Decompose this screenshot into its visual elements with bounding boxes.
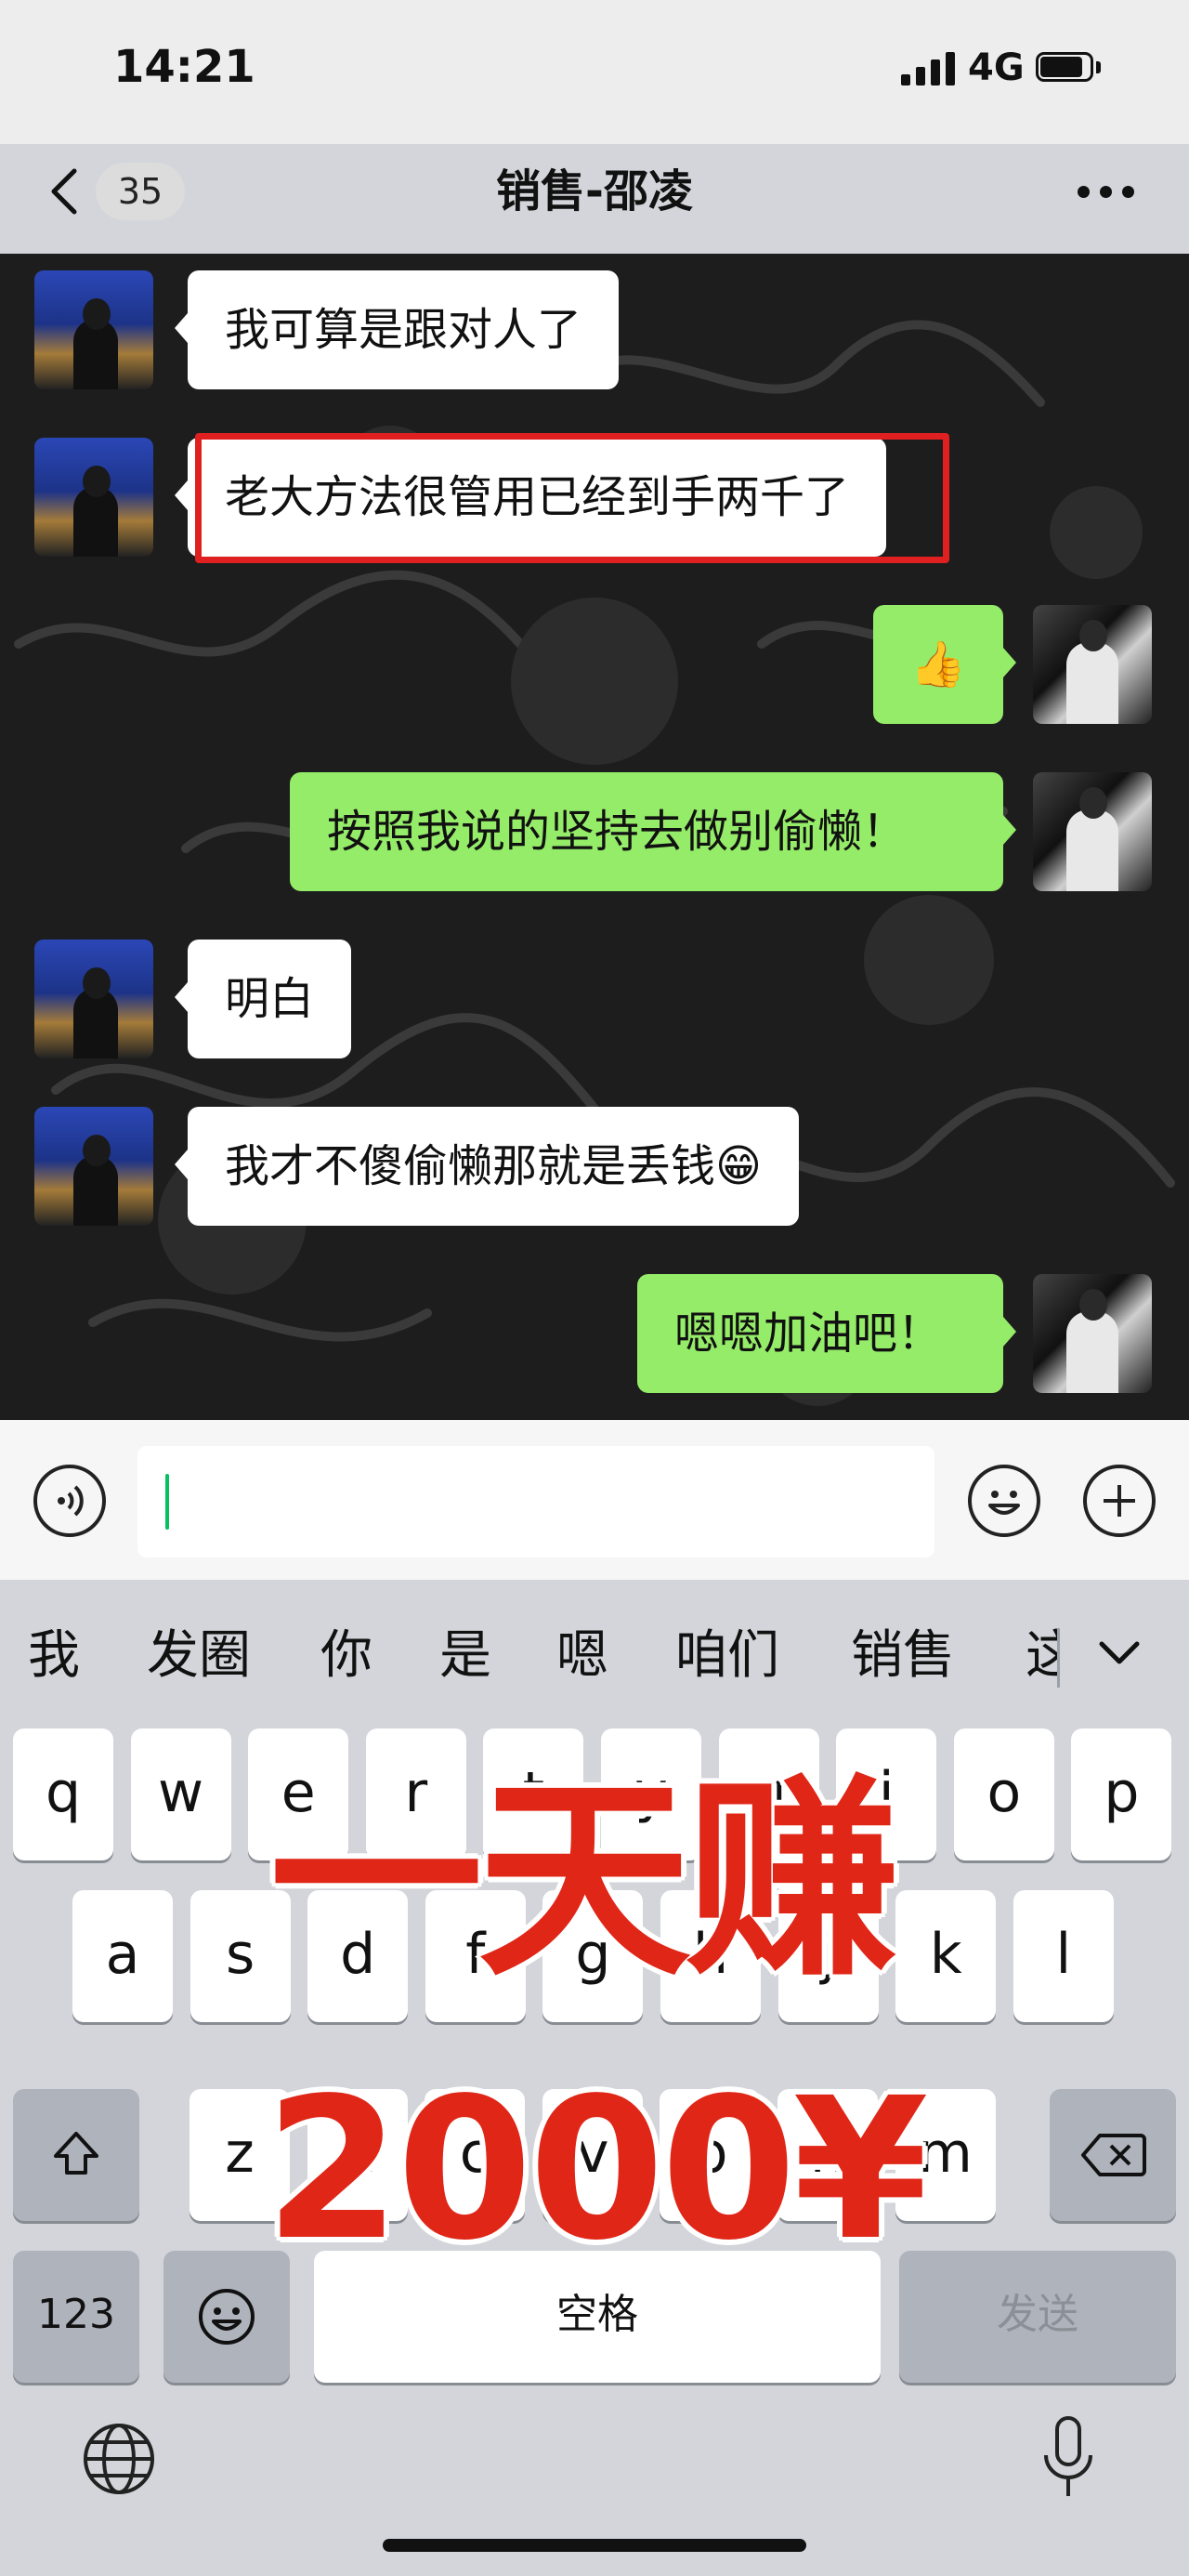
key-o[interactable]: o xyxy=(953,1728,1054,1860)
voice-icon[interactable] xyxy=(33,1465,106,1537)
candidate-word[interactable]: 咱们 xyxy=(675,1619,779,1693)
text-caret xyxy=(165,1474,169,1530)
message-input[interactable] xyxy=(137,1446,934,1557)
chevron-down-icon[interactable] xyxy=(1099,1641,1140,1665)
avatar[interactable] xyxy=(1033,605,1152,724)
battery-icon xyxy=(1036,52,1101,84)
network-type: 4G xyxy=(968,46,1025,89)
overlay-caption-line2: 2000¥ xyxy=(265,2056,929,2283)
backspace-key[interactable] xyxy=(1050,2089,1176,2221)
key-q[interactable]: q xyxy=(13,1728,113,1860)
status-time: 14:21 xyxy=(113,41,255,93)
chat-title: 销售-邵凌 xyxy=(496,165,693,217)
shift-key[interactable] xyxy=(13,2089,139,2221)
avatar[interactable] xyxy=(34,270,153,389)
send-key[interactable]: 发送 xyxy=(899,2251,1176,2383)
candidate-word[interactable]: 这 xyxy=(1026,1619,1059,1693)
candidate-word[interactable]: 发圈 xyxy=(147,1619,251,1693)
unread-count-badge[interactable]: 35 xyxy=(96,163,185,220)
more-icon[interactable] xyxy=(1078,186,1135,199)
red-highlight-box xyxy=(195,433,949,563)
numbers-key[interactable]: 123 xyxy=(13,2251,139,2383)
avatar[interactable] xyxy=(1033,772,1152,891)
avatar[interactable] xyxy=(34,1107,153,1226)
candidate-word[interactable]: 销售 xyxy=(851,1619,955,1693)
message-bubble[interactable]: 明白 xyxy=(174,940,352,1058)
candidate-word[interactable]: 我 xyxy=(28,1619,80,1693)
plus-icon[interactable] xyxy=(1083,1465,1156,1537)
message-bubble[interactable]: 嗯嗯加油吧！ xyxy=(637,1274,1016,1393)
key-a[interactable]: a xyxy=(72,1890,173,2022)
key-w[interactable]: w xyxy=(130,1728,231,1860)
globe-icon[interactable] xyxy=(80,2420,158,2498)
thumbs-up-icon[interactable]: 👍 xyxy=(873,605,1016,724)
avatar[interactable] xyxy=(34,438,153,557)
overlay-caption-line1: 一天赚 xyxy=(269,1757,899,2005)
signal-icon xyxy=(901,52,957,85)
avatar[interactable] xyxy=(1033,1274,1152,1393)
microphone-icon[interactable] xyxy=(1039,2412,1098,2505)
key-p[interactable]: p xyxy=(1071,1728,1172,1860)
emoji-icon[interactable] xyxy=(968,1465,1040,1537)
candidate-word[interactable]: 嗯 xyxy=(556,1619,608,1693)
message-bubble[interactable]: 我可算是跟对人了 xyxy=(174,270,620,389)
home-indicator[interactable] xyxy=(383,2539,806,2552)
key-k[interactable]: k xyxy=(895,1890,997,2022)
chat-area[interactable]: 我可算是跟对人了 老大方法很管用已经到手两千了 👍 按照我说的坚持去做别偷懒！ … xyxy=(0,254,1189,1420)
message-bubble[interactable]: 我才不傻偷懒那就是丢钱😁 xyxy=(174,1107,800,1226)
candidate-word[interactable]: 是 xyxy=(439,1619,491,1693)
candidate-bar: 我 发圈 你 是 嗯 咱们 销售 这 xyxy=(0,1580,1189,1736)
candidate-word[interactable]: 你 xyxy=(320,1619,372,1693)
key-l[interactable]: l xyxy=(1013,1890,1114,2022)
candidate-divider xyxy=(1057,1628,1060,1688)
message-bubble[interactable]: 按照我说的坚持去做别偷懒！ xyxy=(290,772,1016,891)
chevron-left-icon[interactable] xyxy=(46,167,84,216)
input-bar xyxy=(0,1420,1189,1580)
status-bar: 14:21 4G 35 销售-邵凌 xyxy=(0,0,1189,220)
avatar[interactable] xyxy=(34,940,153,1058)
